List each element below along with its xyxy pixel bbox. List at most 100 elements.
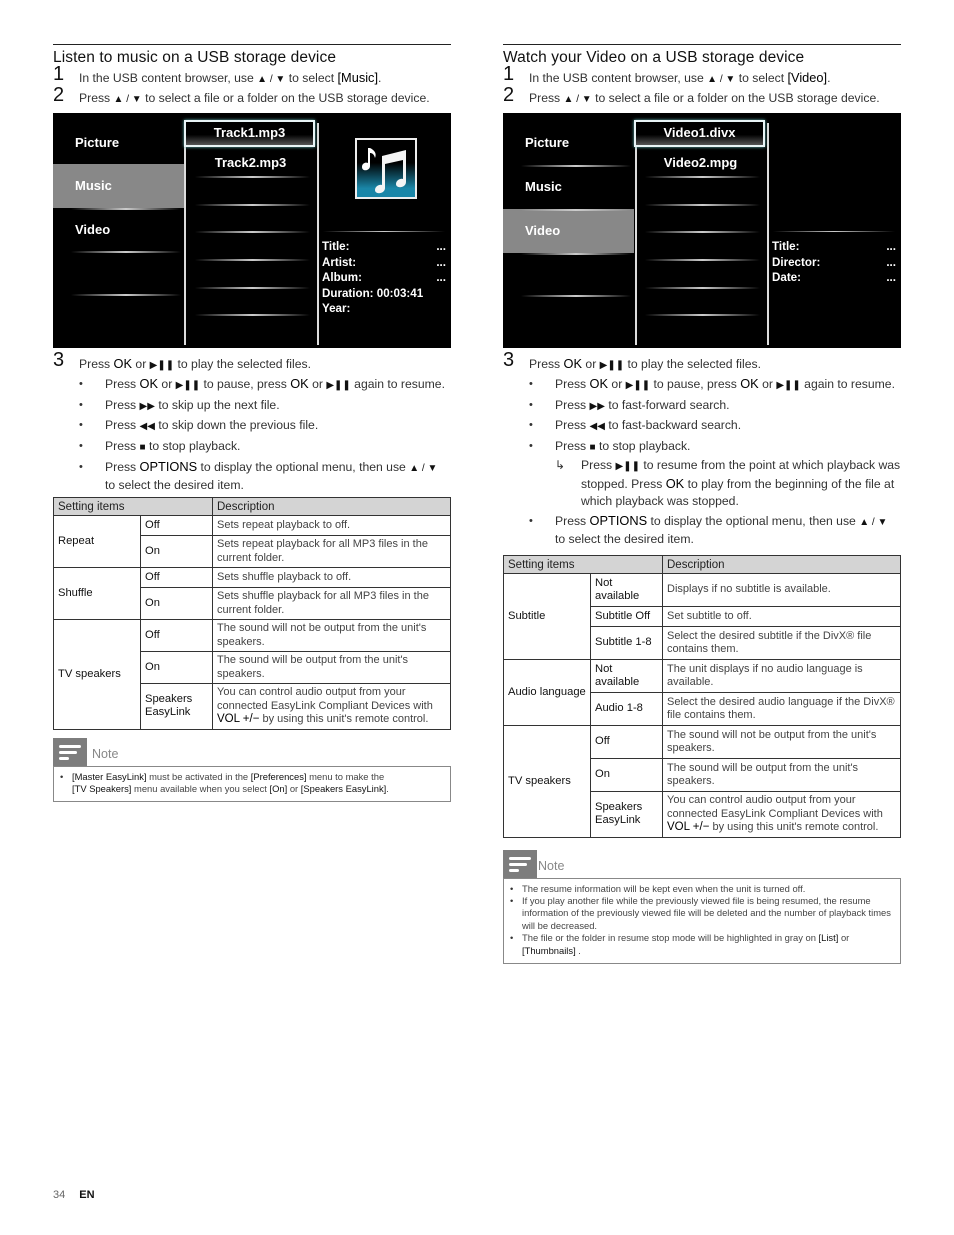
up-down-arrows-icon: ▲ / ▼ [113, 94, 142, 105]
table-row: TV speakers Off The sound will not be ou… [53, 619, 451, 730]
note-item: The resume information will be kept even… [510, 883, 894, 896]
category-video-selected[interactable]: Video [503, 209, 634, 253]
note-item: [Master EasyLink] must be activated in t… [60, 771, 444, 796]
divider [323, 231, 445, 232]
category-music[interactable]: Music [503, 165, 634, 209]
divider [521, 295, 631, 297]
page-footer: 34 EN [53, 1189, 95, 1201]
file-item[interactable]: Video2.mpg [635, 155, 766, 170]
music-browser-screen: Picture Music Video Track1.mp3 Track2.mp… [53, 113, 451, 348]
divider [645, 176, 760, 178]
file-item[interactable]: Track2.mp3 [185, 155, 316, 170]
list-item-result: Press ▶❚❚ to resume from the point at wh… [555, 457, 901, 510]
up-down-arrows-icon: ▲ / ▼ [563, 94, 592, 105]
video-info: Title:... Director:... Date:... [772, 239, 896, 286]
divider [521, 209, 631, 211]
table-row: Repeat Off Sets repeat playback to off. [53, 515, 451, 568]
divider [195, 204, 310, 206]
list-item: Press ■ to stop playback. [79, 437, 451, 458]
list-item: Press ▶▶ to fast-forward search. [529, 396, 901, 417]
list-item: Press ▶▶ to skip up the next file. [79, 396, 451, 417]
list-item: Press ■ to stop playback. [529, 437, 901, 458]
divider [195, 287, 310, 289]
divider [71, 208, 181, 210]
video-browser-screen: Picture Music Video Video1.divx Video2.m… [503, 113, 901, 348]
table-header: Setting items Description [53, 497, 451, 516]
info-duration: Duration: 00:03:41 [322, 286, 424, 300]
category-picture[interactable]: Picture [503, 121, 634, 165]
list-item: Press OK or ▶❚❚ to pause, press OK or ▶❚… [79, 375, 451, 396]
up-down-arrows-icon: ▲ / ▼ [409, 463, 438, 474]
music-section: Listen to music on a USB storage device … [53, 44, 451, 803]
file-item-selected[interactable]: Track1.mp3 [184, 120, 315, 147]
fast-forward-icon: ▶▶ [139, 400, 155, 412]
music-step-3-bullets: Press OK or ▶❚❚ to pause, press OK or ▶❚… [53, 375, 451, 493]
divider [521, 165, 631, 167]
play-pause-icon: ▶❚❚ [776, 380, 801, 391]
track-info: Title:... Artist:... Album:... Duration:… [322, 239, 446, 317]
video-step-1: 1 In the USB content browser, use ▲ / ▼ t… [503, 63, 831, 85]
divider [645, 259, 760, 261]
divider [195, 231, 310, 233]
step-number: 3 [503, 349, 515, 371]
info-album: Album:... [322, 271, 446, 284]
table-row: Subtitle Not available Displays if no su… [503, 573, 901, 660]
category-music-selected[interactable]: Music [53, 164, 184, 208]
note-label: Note [538, 858, 565, 873]
music-step-3: 3 Press OK or ▶❚❚ to play the selected fi… [53, 349, 311, 371]
table-header: Setting items Description [503, 555, 901, 574]
table-row: TV speakers Off The sound will not be ou… [503, 725, 901, 838]
play-pause-icon: ▶❚❚ [625, 380, 651, 391]
play-pause-icon: ▶❚❚ [615, 461, 640, 472]
info-title: Title:... [322, 240, 446, 253]
category-picture[interactable]: Picture [53, 121, 184, 165]
note-item: The file or the folder in resume stop mo… [510, 932, 894, 957]
video-step-3-bullets: Press OK or ▶❚❚ to pause, press OK or ▶❚… [503, 375, 901, 547]
note-label: Note [92, 746, 119, 761]
step-number: 2 [53, 84, 65, 106]
info-year: Year: [322, 302, 351, 315]
divider [195, 314, 310, 316]
file-item-selected[interactable]: Video1.divx [634, 120, 765, 147]
divider [195, 259, 310, 261]
note-icon [53, 737, 87, 766]
up-down-arrows-icon: ▲ / ▼ [859, 517, 888, 528]
category-video[interactable]: Video [53, 208, 184, 252]
music-section-title: Listen to music on a USB storage device [53, 44, 451, 68]
video-section: Watch your Video on a USB storage device… [503, 44, 901, 964]
page-number: 34 [53, 1189, 66, 1201]
column-divider [317, 123, 319, 345]
divider [645, 314, 760, 316]
step-number: 1 [53, 63, 65, 85]
music-options-table: Setting items Description Repeat Off Set… [53, 497, 451, 730]
list-item: Press OPTIONS to display the optional me… [529, 513, 901, 547]
music-notes-icon [355, 138, 417, 199]
column-divider [767, 123, 769, 345]
language-code: EN [79, 1189, 95, 1201]
up-down-arrows-icon: ▲ / ▼ [257, 74, 286, 85]
music-note: Note [Master EasyLink] must be activated… [53, 737, 451, 803]
divider [71, 251, 181, 253]
step-number: 3 [53, 349, 65, 371]
video-note: Note The resume information will be kept… [503, 849, 901, 964]
step-number: 2 [503, 84, 515, 106]
list-item: Press ◀◀ to fast-backward search. [529, 416, 901, 437]
info-director: Director:... [772, 255, 896, 269]
info-artist: Artist:... [322, 255, 446, 269]
up-down-arrows-icon: ▲ / ▼ [707, 74, 736, 85]
info-date: Date:... [772, 271, 896, 284]
music-step-1: 1 In the USB content browser, use ▲ / ▼ t… [53, 63, 382, 85]
divider [645, 287, 760, 289]
play-pause-icon: ▶❚❚ [149, 360, 175, 371]
list-item: Press ◀◀ to skip down the previous file. [79, 416, 451, 437]
divider [645, 204, 760, 206]
fast-forward-icon: ▶▶ [589, 400, 605, 412]
video-section-title: Watch your Video on a USB storage device [503, 44, 901, 68]
video-options-table: Setting items Description Subtitle Not a… [503, 555, 901, 838]
step-number: 1 [503, 63, 515, 85]
play-pause-icon: ▶❚❚ [599, 360, 625, 371]
video-step-2: 2 Press ▲ / ▼ to select a file or a folde… [503, 84, 880, 106]
video-step-3: 3 Press OK or ▶❚❚ to play the selected fi… [503, 349, 761, 371]
play-pause-icon: ▶❚❚ [175, 380, 201, 391]
play-pause-icon: ▶❚❚ [326, 380, 351, 391]
